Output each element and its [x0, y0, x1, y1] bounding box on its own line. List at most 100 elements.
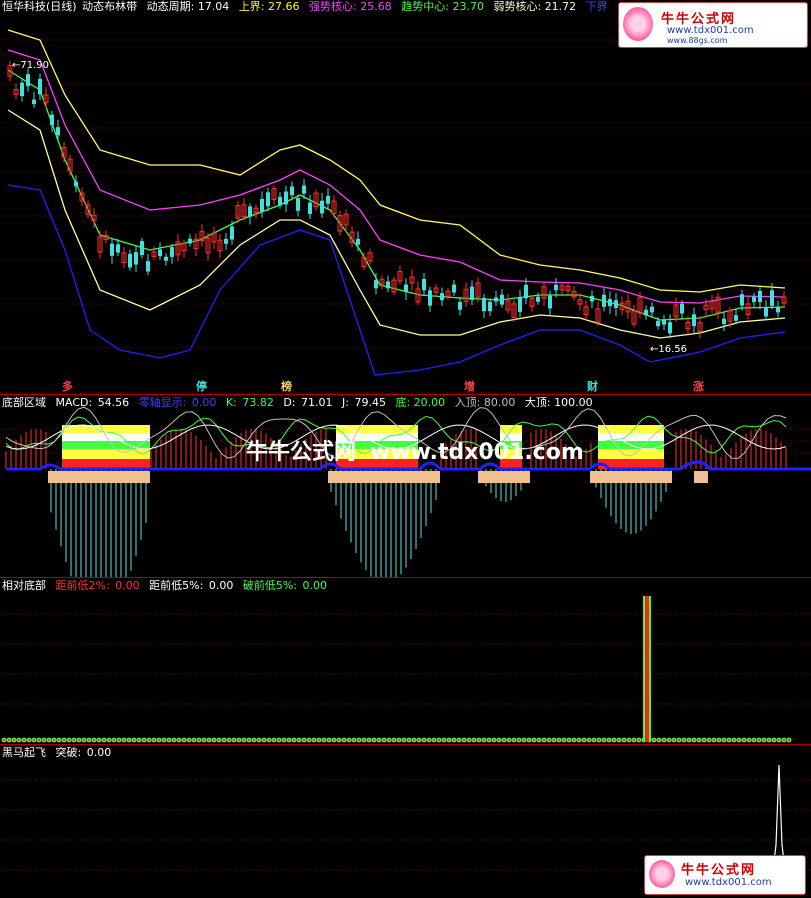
- k-value: 73.82: [242, 396, 274, 409]
- signal-dot-core: [152, 738, 156, 742]
- signal-dot-core: [652, 738, 656, 742]
- candle-body: [440, 293, 444, 301]
- high-marker: ←71.90: [12, 60, 50, 71]
- signal-dot-core: [122, 738, 126, 742]
- signal-dot-core: [462, 738, 466, 742]
- signal-dot-core: [597, 738, 601, 742]
- main-chart-panel[interactable]: 恒华科技(日线) 动态布林带 动态周期: 17.04 上界: 27.66 强势核…: [0, 0, 811, 394]
- signal-dot-core: [387, 738, 391, 742]
- signal-dot-core: [452, 738, 456, 742]
- signal-dot-core: [327, 738, 331, 742]
- event-marker[interactable]: 停: [196, 378, 207, 394]
- event-marker[interactable]: 多: [62, 378, 73, 394]
- event-marker[interactable]: 榜: [281, 378, 292, 394]
- signal-dot-core: [587, 738, 591, 742]
- signal-dot-core: [262, 738, 266, 742]
- candle-body: [278, 196, 282, 206]
- signal-dot-core: [417, 738, 421, 742]
- candle-body: [662, 319, 666, 325]
- event-marker[interactable]: 涨: [693, 378, 704, 394]
- dh-value: 0.00: [86, 746, 112, 759]
- event-marker[interactable]: 增: [464, 378, 475, 394]
- signal-dot-core: [222, 738, 226, 742]
- candle-body: [260, 198, 264, 212]
- main-chart[interactable]: [0, 0, 811, 394]
- candle-body: [734, 315, 738, 321]
- candle-body: [374, 280, 378, 289]
- candle-body: [524, 284, 528, 299]
- dark-horse-panel[interactable]: 黑马起飞 突破: 0.00 牛牛公式网 www.tdx001.com: [0, 745, 811, 898]
- watermark-logo-top: 牛牛公式网 www.tdx001.com www.88gs.com: [618, 2, 808, 48]
- candle-body: [140, 241, 144, 256]
- signal-dot-core: [337, 738, 341, 742]
- relative-bottom-panel[interactable]: 相对底部 距前低2%: 0.00 距前低5%: 0.00 破前低5%: 0.00: [0, 578, 811, 744]
- rel-title: 相对底部: [2, 579, 46, 592]
- signal-dot-core: [117, 738, 121, 742]
- zone-base-block: [328, 471, 440, 483]
- watermark-name: 牛牛公式网: [681, 863, 757, 878]
- signal-dot-core: [622, 738, 626, 742]
- candle-body: [290, 186, 294, 196]
- signal-dot-core: [377, 738, 381, 742]
- signal-dot-core: [687, 738, 691, 742]
- signal-dot-core: [752, 738, 756, 742]
- zone-base-block: [590, 471, 672, 483]
- signal-dot-core: [592, 738, 596, 742]
- signal-dot-core: [352, 738, 356, 742]
- signal-dot-core: [72, 738, 76, 742]
- candle-body: [110, 243, 114, 256]
- candle-body: [482, 297, 486, 312]
- signal-dot-core: [202, 738, 206, 742]
- bottom-zone-chart[interactable]: [0, 395, 811, 577]
- signal-bar-core: [645, 596, 649, 742]
- signal-dot-core: [787, 738, 791, 742]
- signal-dot-core: [477, 738, 481, 742]
- j-label: J:: [342, 396, 349, 409]
- di-label: 底:: [395, 396, 411, 409]
- bottom-zone-panel[interactable]: 底部区域 MACD: 54.56 零轴显示: 0.00 K: 73.82 D: …: [0, 395, 811, 577]
- signal-dot-core: [757, 738, 761, 742]
- signal-dot-core: [657, 738, 661, 742]
- top-label: 大顶:: [524, 396, 551, 409]
- signal-dot-core: [67, 738, 71, 742]
- lower-label: 下界: [585, 0, 608, 13]
- signal-dot-core: [492, 738, 496, 742]
- candle-body: [386, 281, 390, 289]
- signal-dot-core: [442, 738, 446, 742]
- signal-dot-core: [227, 738, 231, 742]
- candle-body: [644, 309, 648, 316]
- signal-dot-core: [732, 738, 736, 742]
- entry-value: 80.00: [483, 396, 516, 409]
- signal-dot-core: [257, 738, 261, 742]
- rel-label-3: 破前低5%:: [242, 579, 298, 592]
- signal-dot-core: [747, 738, 751, 742]
- signal-dot-core: [282, 738, 286, 742]
- event-marker[interactable]: 财: [587, 378, 598, 394]
- signal-dot-core: [27, 738, 31, 742]
- candle-body: [224, 238, 228, 244]
- relative-bottom-chart[interactable]: [0, 578, 811, 744]
- zone-block: [598, 449, 664, 459]
- signal-dot-core: [82, 738, 86, 742]
- signal-dot-core: [412, 738, 416, 742]
- candle-body: [158, 249, 162, 257]
- signal-dot-core: [277, 738, 281, 742]
- signal-dot-core: [172, 738, 176, 742]
- signal-dot-core: [777, 738, 781, 742]
- trend-value: 23.70: [452, 0, 484, 13]
- period-label: 动态周期:: [146, 0, 195, 13]
- low-marker: ←16.56: [650, 344, 688, 355]
- candle-body: [680, 303, 684, 314]
- candle-body: [722, 318, 726, 325]
- signal-dot-core: [22, 738, 26, 742]
- zone-block: [62, 449, 150, 459]
- signal-dot-core: [567, 738, 571, 742]
- candle-body: [536, 296, 540, 302]
- candle-body: [548, 295, 552, 309]
- candle-body: [230, 226, 234, 240]
- rel-value-2: 0.00: [208, 579, 234, 592]
- signal-dot-core: [107, 738, 111, 742]
- dh-title: 黑马起飞: [2, 746, 46, 759]
- signal-dot-core: [342, 738, 346, 742]
- signal-dot-core: [332, 738, 336, 742]
